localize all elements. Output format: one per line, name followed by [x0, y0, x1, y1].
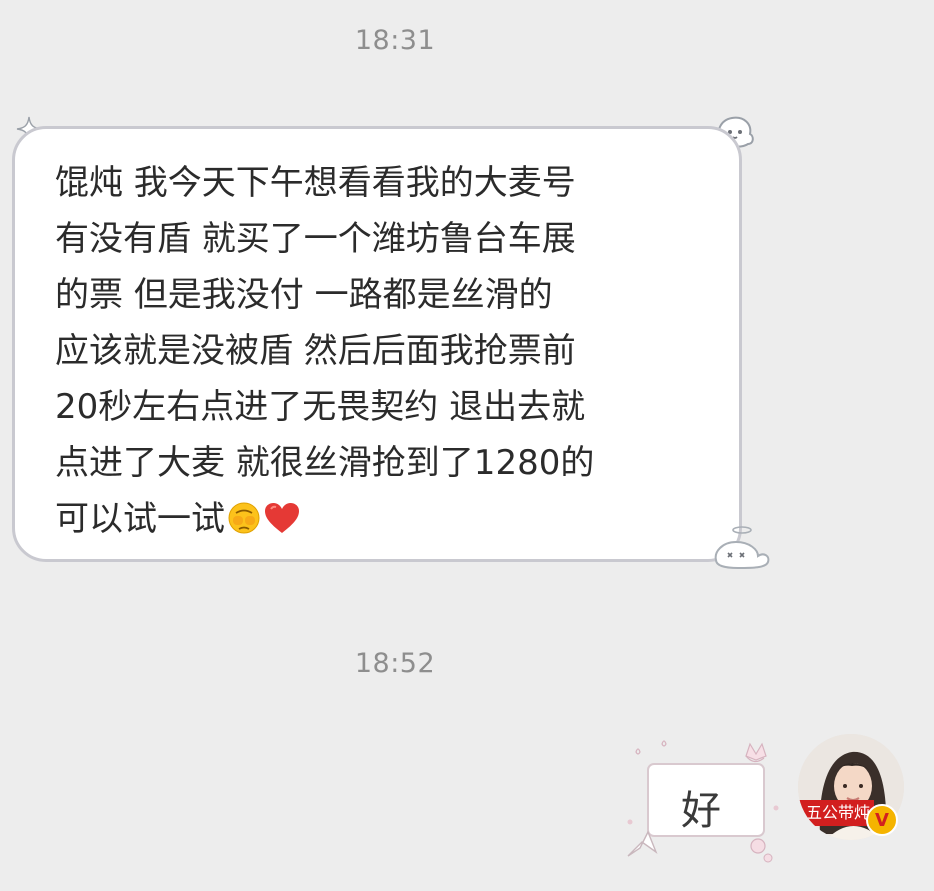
- avatar-badge: 五公带炖: [798, 800, 874, 826]
- message-text: 馄炖 我今天下午想看看我的大麦号 有没有盾 就买了一个潍坊鲁台车展 的票 但是我…: [55, 163, 595, 539]
- incoming-message-bubble[interactable]: 馄炖 我今天下午想看看我的大麦号 有没有盾 就买了一个潍坊鲁台车展 的票 但是我…: [12, 126, 742, 562]
- timestamp: 18:52: [354, 648, 436, 679]
- verified-badge-icon: V: [866, 804, 898, 836]
- see-no-evil-emoji-icon: [228, 502, 260, 534]
- timestamp: 18:31: [354, 25, 436, 56]
- outgoing-message-text: 好: [681, 788, 721, 834]
- outgoing-message-bubble[interactable]: 好: [618, 738, 784, 870]
- heart-emoji-icon: [265, 503, 299, 533]
- ghost-sticker-icon: [714, 526, 770, 570]
